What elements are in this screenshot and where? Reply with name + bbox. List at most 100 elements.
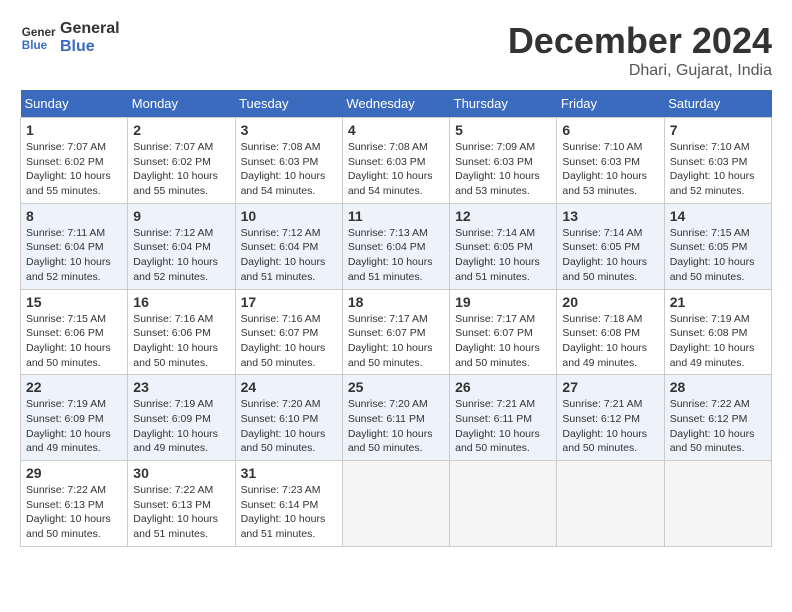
location: Dhari, Gujarat, India <box>508 62 772 80</box>
day-info: Sunrise: 7:18 AM Sunset: 6:08 PM Dayligh… <box>562 312 658 371</box>
calendar-cell: 21 Sunrise: 7:19 AM Sunset: 6:08 PM Dayli… <box>664 289 771 375</box>
calendar-week-row: 22 Sunrise: 7:19 AM Sunset: 6:09 PM Dayli… <box>21 375 772 461</box>
day-number: 25 <box>348 379 444 395</box>
calendar-cell: 4 Sunrise: 7:08 AM Sunset: 6:03 PM Daylig… <box>342 118 449 204</box>
day-number: 8 <box>26 208 122 224</box>
day-info: Sunrise: 7:14 AM Sunset: 6:05 PM Dayligh… <box>562 226 658 285</box>
weekday-header-monday: Monday <box>128 90 235 118</box>
day-info: Sunrise: 7:07 AM Sunset: 6:02 PM Dayligh… <box>133 140 229 199</box>
day-info: Sunrise: 7:12 AM Sunset: 6:04 PM Dayligh… <box>241 226 337 285</box>
calendar-cell <box>557 461 664 547</box>
calendar-cell: 20 Sunrise: 7:18 AM Sunset: 6:08 PM Dayli… <box>557 289 664 375</box>
day-number: 21 <box>670 294 766 310</box>
day-info: Sunrise: 7:13 AM Sunset: 6:04 PM Dayligh… <box>348 226 444 285</box>
day-info: Sunrise: 7:10 AM Sunset: 6:03 PM Dayligh… <box>670 140 766 199</box>
day-info: Sunrise: 7:20 AM Sunset: 6:10 PM Dayligh… <box>241 397 337 456</box>
day-info: Sunrise: 7:19 AM Sunset: 6:08 PM Dayligh… <box>670 312 766 371</box>
day-number: 26 <box>455 379 551 395</box>
day-info: Sunrise: 7:08 AM Sunset: 6:03 PM Dayligh… <box>348 140 444 199</box>
day-number: 9 <box>133 208 229 224</box>
calendar-cell: 25 Sunrise: 7:20 AM Sunset: 6:11 PM Dayli… <box>342 375 449 461</box>
calendar-table: SundayMondayTuesdayWednesdayThursdayFrid… <box>20 90 772 547</box>
calendar-cell: 29Sunrise: 7:22 AM Sunset: 6:13 PM Dayli… <box>21 461 128 547</box>
logo-general: General <box>60 20 120 38</box>
day-number: 2 <box>133 122 229 138</box>
day-number: 19 <box>455 294 551 310</box>
day-number: 20 <box>562 294 658 310</box>
day-info: Sunrise: 7:15 AM Sunset: 6:06 PM Dayligh… <box>26 312 122 371</box>
day-info: Sunrise: 7:19 AM Sunset: 6:09 PM Dayligh… <box>133 397 229 456</box>
day-number: 3 <box>241 122 337 138</box>
day-info: Sunrise: 7:16 AM Sunset: 6:06 PM Dayligh… <box>133 312 229 371</box>
day-number: 12 <box>455 208 551 224</box>
day-number: 22 <box>26 379 122 395</box>
weekday-header-sunday: Sunday <box>21 90 128 118</box>
calendar-week-row: 8 Sunrise: 7:11 AM Sunset: 6:04 PM Daylig… <box>21 203 772 289</box>
weekday-header-row: SundayMondayTuesdayWednesdayThursdayFrid… <box>21 90 772 118</box>
day-number: 31 <box>241 465 337 481</box>
day-number: 30 <box>133 465 229 481</box>
calendar-cell: 2 Sunrise: 7:07 AM Sunset: 6:02 PM Daylig… <box>128 118 235 204</box>
day-info: Sunrise: 7:15 AM Sunset: 6:05 PM Dayligh… <box>670 226 766 285</box>
calendar-cell: 13Sunrise: 7:14 AM Sunset: 6:05 PM Dayli… <box>557 203 664 289</box>
calendar-cell: 5 Sunrise: 7:09 AM Sunset: 6:03 PM Daylig… <box>450 118 557 204</box>
calendar-cell: 24 Sunrise: 7:20 AM Sunset: 6:10 PM Dayli… <box>235 375 342 461</box>
day-info: Sunrise: 7:22 AM Sunset: 6:12 PM Dayligh… <box>670 397 766 456</box>
day-info: Sunrise: 7:09 AM Sunset: 6:03 PM Dayligh… <box>455 140 551 199</box>
calendar-cell: 8 Sunrise: 7:11 AM Sunset: 6:04 PM Daylig… <box>21 203 128 289</box>
day-info: Sunrise: 7:21 AM Sunset: 6:11 PM Dayligh… <box>455 397 551 456</box>
calendar-cell: 22 Sunrise: 7:19 AM Sunset: 6:09 PM Dayli… <box>21 375 128 461</box>
day-info: Sunrise: 7:23 AM Sunset: 6:14 PM Dayligh… <box>241 483 337 542</box>
svg-text:Blue: Blue <box>22 39 48 52</box>
day-info: Sunrise: 7:17 AM Sunset: 6:07 PM Dayligh… <box>455 312 551 371</box>
weekday-header-tuesday: Tuesday <box>235 90 342 118</box>
calendar-cell: 26 Sunrise: 7:21 AM Sunset: 6:11 PM Dayli… <box>450 375 557 461</box>
day-number: 4 <box>348 122 444 138</box>
day-number: 27 <box>562 379 658 395</box>
day-info: Sunrise: 7:10 AM Sunset: 6:03 PM Dayligh… <box>562 140 658 199</box>
calendar-cell: 9 Sunrise: 7:12 AM Sunset: 6:04 PM Daylig… <box>128 203 235 289</box>
calendar-cell: 7 Sunrise: 7:10 AM Sunset: 6:03 PM Daylig… <box>664 118 771 204</box>
day-number: 1 <box>26 122 122 138</box>
day-info: Sunrise: 7:11 AM Sunset: 6:04 PM Dayligh… <box>26 226 122 285</box>
day-number: 11 <box>348 208 444 224</box>
logo-icon: General Blue <box>20 20 56 56</box>
calendar-cell: 6Sunrise: 7:10 AM Sunset: 6:03 PM Daylig… <box>557 118 664 204</box>
calendar-cell <box>342 461 449 547</box>
day-number: 15 <box>26 294 122 310</box>
logo: General Blue General Blue <box>20 20 120 56</box>
calendar-cell: 28 Sunrise: 7:22 AM Sunset: 6:12 PM Dayli… <box>664 375 771 461</box>
calendar-cell: 31 Sunrise: 7:23 AM Sunset: 6:14 PM Dayli… <box>235 461 342 547</box>
month-title: December 2024 <box>508 20 772 62</box>
title-block: December 2024 Dhari, Gujarat, India <box>508 20 772 80</box>
day-number: 17 <box>241 294 337 310</box>
calendar-cell: 19 Sunrise: 7:17 AM Sunset: 6:07 PM Dayli… <box>450 289 557 375</box>
day-number: 5 <box>455 122 551 138</box>
day-number: 16 <box>133 294 229 310</box>
calendar-cell: 1Sunrise: 7:07 AM Sunset: 6:02 PM Daylig… <box>21 118 128 204</box>
svg-text:General: General <box>22 26 56 39</box>
day-number: 28 <box>670 379 766 395</box>
day-number: 29 <box>26 465 122 481</box>
page-header: General Blue General Blue December 2024 … <box>20 20 772 80</box>
day-number: 24 <box>241 379 337 395</box>
day-info: Sunrise: 7:12 AM Sunset: 6:04 PM Dayligh… <box>133 226 229 285</box>
day-info: Sunrise: 7:17 AM Sunset: 6:07 PM Dayligh… <box>348 312 444 371</box>
calendar-cell: 17 Sunrise: 7:16 AM Sunset: 6:07 PM Dayli… <box>235 289 342 375</box>
weekday-header-thursday: Thursday <box>450 90 557 118</box>
day-info: Sunrise: 7:22 AM Sunset: 6:13 PM Dayligh… <box>133 483 229 542</box>
calendar-week-row: 15 Sunrise: 7:15 AM Sunset: 6:06 PM Dayli… <box>21 289 772 375</box>
calendar-cell: 16 Sunrise: 7:16 AM Sunset: 6:06 PM Dayli… <box>128 289 235 375</box>
logo-blue: Blue <box>60 38 120 56</box>
day-info: Sunrise: 7:16 AM Sunset: 6:07 PM Dayligh… <box>241 312 337 371</box>
day-number: 7 <box>670 122 766 138</box>
calendar-cell: 11 Sunrise: 7:13 AM Sunset: 6:04 PM Dayli… <box>342 203 449 289</box>
day-info: Sunrise: 7:20 AM Sunset: 6:11 PM Dayligh… <box>348 397 444 456</box>
calendar-week-row: 29 Sunrise: 7:22 AM Sunset: 6:13 PM Dayli… <box>21 461 772 547</box>
calendar-cell <box>664 461 771 547</box>
calendar-cell: 23Sunrise: 7:19 AM Sunset: 6:09 PM Dayli… <box>128 375 235 461</box>
calendar-cell <box>450 461 557 547</box>
weekday-header-friday: Friday <box>557 90 664 118</box>
day-info: Sunrise: 7:19 AM Sunset: 6:09 PM Dayligh… <box>26 397 122 456</box>
day-info: Sunrise: 7:08 AM Sunset: 6:03 PM Dayligh… <box>241 140 337 199</box>
